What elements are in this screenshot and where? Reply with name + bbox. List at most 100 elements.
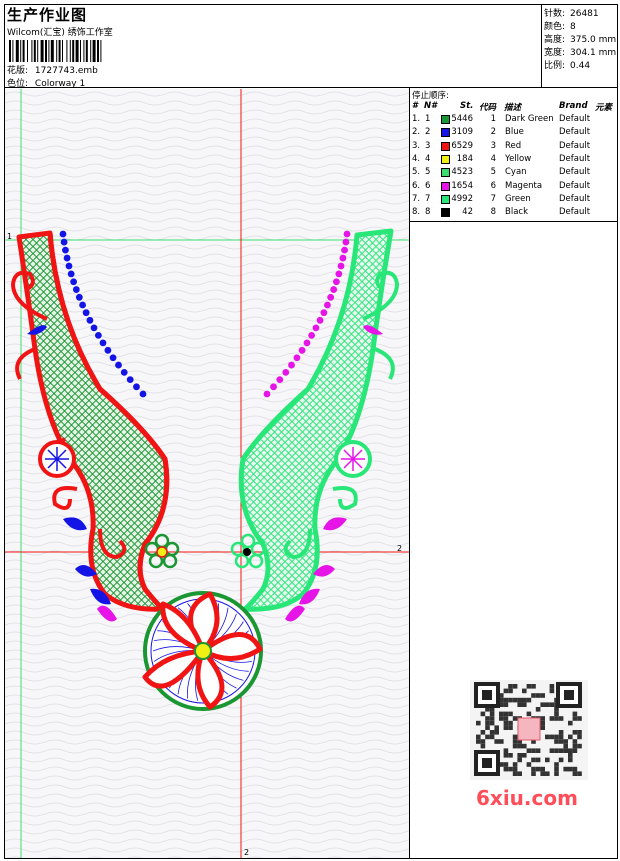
stop-code: 1 [490,114,496,124]
stop-num: 2. [412,127,421,138]
stop-num: 8. [412,207,421,218]
stop-stitches: 5446 [451,114,473,124]
watermark-text: 6xiu.com [476,786,578,810]
design-canvas: 1 2 2 [5,89,409,858]
stop-sequence-table: 停止顺序: # N# St. 代码 描述 Brand 元素 1. 1 5446 1 Da… [409,88,618,222]
page-title: 生产作业图 [7,6,88,24]
stop-brand: Default [559,193,591,204]
stop-desc: Blue [505,127,524,138]
stat-colors: 颜色: 8 [544,22,576,32]
left-snowflake-flower [38,440,76,478]
stop-n: 3 [425,140,431,151]
stop-row: 4. 4 184 4 Yellow Default [410,154,619,167]
stop-code: 7 [490,193,496,204]
col-hash: # [412,101,418,111]
col-st: St. [460,101,474,111]
stop-desc: Red [505,140,522,151]
stop-brand: Default [559,207,591,218]
stop-stitches: 6529 [451,140,473,151]
stop-desc: Dark Green [505,114,554,124]
stop-num: 3. [412,140,421,151]
color-swatch [441,141,450,151]
color-swatch [441,194,450,204]
col-element: 元素 [595,103,613,113]
stop-brand: Default [559,180,591,191]
barcode [9,40,102,62]
stop-n: 5 [425,167,431,178]
stop-brand: Default [559,140,591,151]
right-snowflake-flower [334,440,372,478]
stop-row: 7. 7 4992 7 Green Default [410,194,619,207]
stop-brand: Default [559,114,591,124]
company-name: Wilcom(汇宝) 绣饰工作室 [7,28,113,38]
color-swatch [441,181,450,191]
color-swatch [441,115,450,124]
stop-code: 4 [490,153,496,164]
stat-scale: 比例: 0.44 [544,61,591,71]
embroidery-design: 1 2 2 [5,89,409,858]
guide-label-bottom: 2 [244,848,249,857]
stop-stitches: 1654 [451,180,473,191]
guide-label-1: 1 [7,232,12,241]
colorway-value: Colorway 1 [34,79,86,89]
color-swatch [441,154,450,164]
stop-desc: Yellow [505,153,532,164]
col-code: 代码 [479,103,497,113]
stop-n: 8 [425,207,431,218]
pattern-value: 1727743.emb [34,66,98,76]
stop-stitches: 4992 [451,193,473,204]
color-swatch [441,208,450,218]
stop-row: 2. 2 3109 2 Blue Default [410,127,619,140]
stop-num: 4. [412,153,421,164]
stop-row: 5. 5 4523 5 Cyan Default [410,167,619,180]
col-n: N# [424,101,438,111]
stop-table-header: # N# St. 代码 描述 Brand 元素 [410,101,619,113]
color-swatch [441,128,450,138]
stop-n: 6 [425,180,431,191]
header: 生产作业图 Wilcom(汇宝) 绣饰工作室 花版: 1727743.emb 色… [4,4,542,89]
stop-num: 5. [412,167,421,178]
stop-row: 1. 1 5446 1 Dark Green Default [410,114,619,127]
center-flower [142,591,263,711]
col-desc: 描述 [504,103,522,113]
stop-n: 4 [425,153,431,164]
stop-n: 7 [425,193,431,204]
stop-row: 3. 3 6529 3 Red Default [410,141,619,154]
stop-code: 2 [490,127,496,138]
stop-num: 1. [412,114,421,124]
stats-panel: 针数: 26481 颜色: 8 高度: 375.0 mm 宽度: 304.1 mm 比例… [542,4,618,88]
stop-desc: Black [505,207,528,218]
stop-desc: Green [505,193,531,204]
stop-stitches: 42 [462,207,473,218]
pattern-label: 花版: [7,66,29,76]
stat-stitches: 针数: 26481 [544,9,599,19]
stop-n: 2 [425,127,431,138]
stop-brand: Default [559,127,591,138]
stat-height: 高度: 375.0 mm [544,35,617,45]
stop-stitches: 184 [456,153,473,164]
stop-code: 8 [490,207,496,218]
colorway-label: 色位: [7,79,29,89]
stop-desc: Cyan [505,167,527,178]
stop-stitches: 3109 [451,127,473,138]
stop-desc: Magenta [505,180,543,191]
stop-n: 1 [425,114,431,124]
stop-brand: Default [559,167,591,178]
stop-code: 5 [490,167,496,178]
stop-num: 6. [412,180,421,191]
stop-num: 7. [412,193,421,204]
colorway-line: 色位: Colorway 1 [7,76,85,89]
stop-code: 3 [490,140,496,151]
stat-width: 宽度: 304.1 mm [544,48,617,58]
guide-label-2: 2 [397,544,402,553]
stop-stitches: 4523 [451,167,473,178]
stop-brand: Default [559,153,591,164]
pattern-line: 花版: 1727743.emb [7,63,98,76]
stop-row: 6. 6 1654 6 Magenta Default [410,181,619,194]
stop-row: 8. 8 42 8 Black Default [410,207,619,220]
stop-table-title: 停止顺序: [412,91,449,101]
col-brand: Brand [559,101,588,111]
qr-code [470,680,588,780]
color-swatch [441,168,450,178]
stop-code: 6 [490,180,496,191]
